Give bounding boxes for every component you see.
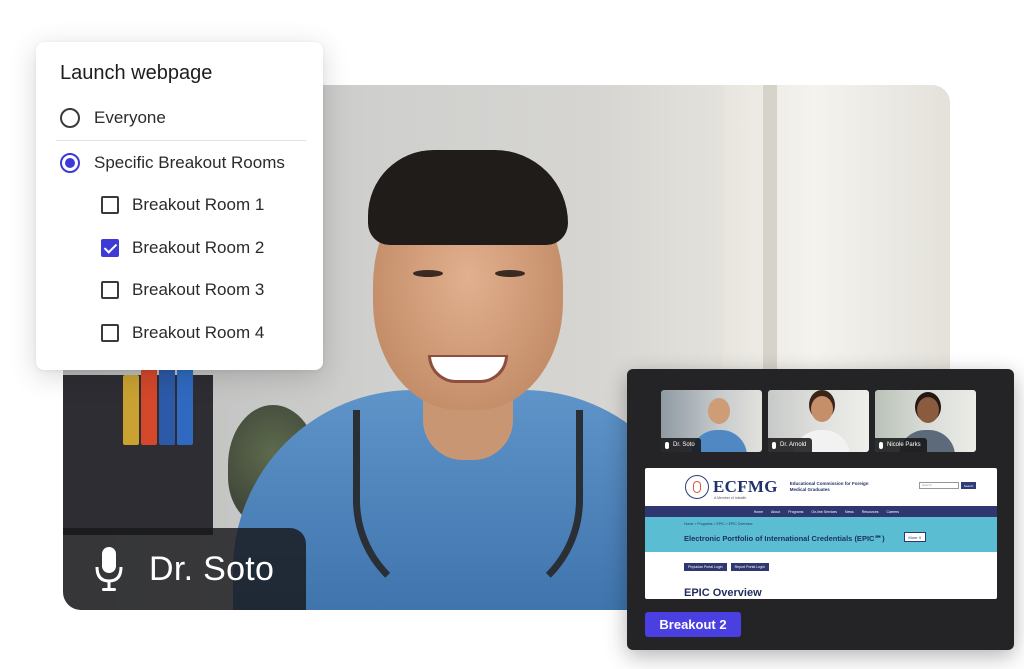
webpage-more-button[interactable]: More ∨	[904, 532, 926, 542]
thumbnail-name-tag: Dr. Soto	[661, 438, 701, 452]
webpage-section-heading: EPIC Overview	[684, 587, 762, 599]
microphone-icon	[665, 441, 669, 449]
eye	[413, 270, 443, 277]
participant-name-tag: Dr. Soto	[63, 528, 306, 610]
room-4-checkbox[interactable]	[101, 323, 119, 342]
thumbnail-person-head	[811, 396, 833, 422]
breakout-room-list: Breakout Room 1 Breakout Room 2 Breakout…	[60, 194, 305, 344]
webpage-breadcrumb[interactable]: Home > Programs > EPIC > EPIC Overview	[684, 522, 752, 526]
webpage-org-name: Educational Commission for Foreign Medic…	[789, 481, 869, 492]
option-specific-label: Specific Breakout Rooms	[94, 153, 285, 172]
radio-specific-breakout-rooms[interactable]	[60, 153, 80, 173]
option-specific-breakout-rooms[interactable]: Specific Breakout Rooms	[60, 152, 305, 174]
popup-title: Launch webpage	[60, 62, 213, 84]
room-3-label: Breakout Room 3	[132, 280, 265, 299]
shared-webpage[interactable]: ECFMG A Member of Intealth Educational C…	[645, 468, 997, 599]
webpage-hero-banner: Home > Programs > EPIC > EPIC Overview E…	[645, 517, 997, 552]
room-option-2[interactable]: Breakout Room 2	[101, 237, 305, 259]
webpage-header: ECFMG A Member of Intealth Educational C…	[645, 468, 997, 506]
launch-webpage-popup: Launch webpage Everyone Specific Breakou…	[36, 42, 323, 370]
webpage-nav-home[interactable]: Home	[754, 510, 763, 514]
room-option-4[interactable]: Breakout Room 4	[101, 322, 305, 344]
ecfmg-logo-icon	[685, 475, 709, 499]
room-option-3[interactable]: Breakout Room 3	[101, 279, 305, 301]
participant-thumbnail-1[interactable]: Dr. Soto	[661, 390, 762, 452]
thumbnail-person-head	[708, 398, 730, 424]
thumbnail-name: Dr. Soto	[673, 442, 695, 448]
webpage-portal-buttons: Physician Portal Login Report Portal Log…	[684, 563, 769, 571]
microphone-icon[interactable]	[93, 545, 125, 593]
radio-everyone[interactable]	[60, 108, 80, 128]
webpage-logo-subtitle: A Member of Intealth	[714, 496, 747, 500]
webpage-hero-title: Electronic Portfolio of International Cr…	[684, 534, 885, 543]
background-bookshelf	[63, 350, 213, 535]
participant-thumbnail-2[interactable]: Dr. Arnold	[768, 390, 869, 452]
breakout-room-button[interactable]: Breakout 2	[645, 612, 741, 637]
participant-name: Dr. Soto	[149, 549, 275, 588]
hair	[368, 150, 568, 245]
microphone-icon	[879, 441, 883, 449]
webpage-nav-news[interactable]: News	[845, 510, 854, 514]
webpage-nav-online-services[interactable]: On-line Services	[811, 510, 837, 514]
webpage-nav-about[interactable]: About	[771, 510, 780, 514]
thumbnail-name-tag: Dr. Arnold	[768, 438, 813, 452]
webpage-search-button[interactable]: Search	[961, 482, 976, 489]
popup-divider	[56, 140, 306, 141]
microphone-icon	[772, 441, 776, 449]
option-everyone-label: Everyone	[94, 108, 166, 127]
report-portal-login-button[interactable]: Report Portal Login	[730, 563, 769, 571]
thumbnail-name: Dr. Arnold	[780, 442, 807, 448]
participant-thumbnail-3[interactable]: Nicole Parks	[875, 390, 976, 452]
room-1-checkbox[interactable]	[101, 196, 119, 214]
physician-portal-login-button[interactable]: Physician Portal Login	[684, 563, 727, 571]
webpage-logo[interactable]: ECFMG	[713, 477, 778, 497]
eye	[495, 270, 525, 277]
webpage-search-input[interactable]: Search	[919, 482, 959, 489]
book	[141, 365, 157, 445]
room-2-label: Breakout Room 2	[132, 237, 265, 257]
thumbnail-name: Nicole Parks	[887, 442, 921, 448]
webpage-nav-programs[interactable]: Programs	[788, 510, 803, 514]
webpage-nav-careers[interactable]: Careers	[887, 510, 899, 514]
room-option-1[interactable]: Breakout Room 1	[101, 194, 305, 216]
room-1-label: Breakout Room 1	[132, 195, 265, 214]
webpage-nav-resources[interactable]: Resources	[862, 510, 879, 514]
breakout-room-panel: Dr. Soto Dr. Arnold Nicole Parks ECFMG A…	[627, 369, 1014, 650]
thumbnail-name-tag: Nicole Parks	[875, 438, 927, 452]
book	[123, 375, 139, 445]
option-everyone[interactable]: Everyone	[60, 107, 305, 129]
room-3-checkbox[interactable]	[101, 281, 119, 299]
webpage-nav-bar: Home About Programs On-line Services New…	[645, 506, 997, 517]
room-4-label: Breakout Room 4	[132, 322, 265, 342]
room-2-checkbox[interactable]	[101, 238, 119, 257]
thumbnail-person-head	[917, 397, 939, 423]
